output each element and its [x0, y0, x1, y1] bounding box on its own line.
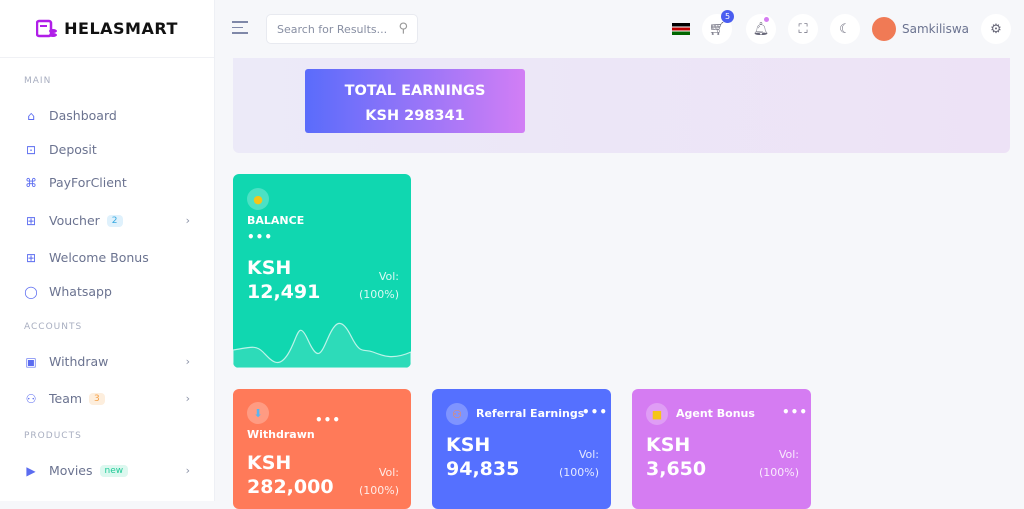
card-vol: Vol: (100%)	[358, 466, 399, 497]
card-vol: Vol: (100%)	[758, 448, 799, 479]
sidebar-item-deposit[interactable]: ⊡ Deposit	[24, 142, 194, 157]
logo[interactable]: HELASMART	[0, 0, 214, 58]
username[interactable]: Samkiliswa	[902, 22, 969, 36]
command-icon: ⌘	[25, 175, 37, 190]
search-icon[interactable]: ⚲	[398, 21, 408, 36]
bell-icon: 🔔︎	[752, 21, 770, 37]
card-amount: 12,491	[247, 281, 321, 303]
whatsapp-icon: ◯	[24, 284, 38, 299]
earnings-banner: TOTAL EARNINGS KSH 298341	[233, 58, 1010, 153]
total-earnings-value: KSH 298341	[365, 108, 465, 124]
section-products: PRODUCTS	[24, 431, 82, 441]
card-amount: 3,650	[646, 458, 707, 480]
gift-icon: ⊞	[25, 250, 37, 265]
sidebar-item-dashboard[interactable]: ⌂ Dashboard	[24, 108, 194, 123]
card-label: BALANCE	[247, 214, 305, 227]
movies-badge: new	[99, 464, 129, 477]
sidebar-item-label: Withdraw	[49, 354, 109, 369]
sidebar-item-label: Welcome Bonus	[49, 250, 149, 265]
chevron-right-icon: ›	[185, 464, 190, 477]
more-options-icon[interactable]: •••	[782, 405, 808, 419]
user-plus-icon: ⚇	[25, 391, 37, 406]
card-currency: KSH	[446, 434, 491, 456]
sidebar-item-team[interactable]: ⚇ Team 3 ›	[24, 391, 194, 406]
coins-icon: ●	[247, 188, 269, 210]
notifications-button[interactable]: 🔔︎	[746, 14, 776, 44]
logo-icon	[36, 19, 58, 37]
fullscreen-button[interactable]: ⛶	[788, 14, 818, 44]
sidebar: HELASMART MAIN ⌂ Dashboard ⊡ Deposit ⌘ PayF…	[0, 0, 215, 501]
sidebar-item-label: Deposit	[49, 142, 97, 157]
gift-icon: ⊞	[25, 213, 37, 228]
agent-bonus-card: ■ Agent Bonus ••• KSH 3,650 Vol: (100%)	[632, 389, 811, 509]
card-amount: 282,000	[247, 476, 334, 498]
avatar[interactable]	[872, 17, 896, 41]
search-placeholder: Search for Results...	[277, 23, 388, 36]
chevron-right-icon: ›	[185, 355, 190, 368]
card-currency: KSH	[247, 257, 292, 279]
brand-name: HELASMART	[64, 19, 178, 38]
total-earnings-title: TOTAL EARNINGS	[344, 83, 486, 99]
gift-icon: ■	[646, 403, 668, 425]
sidebar-item-welcome-bonus[interactable]: ⊞ Welcome Bonus	[24, 250, 194, 265]
home-icon: ⌂	[27, 108, 35, 123]
card-vol: Vol: (100%)	[558, 448, 599, 479]
download-icon: ⬇	[247, 402, 269, 424]
chevron-right-icon: ›	[185, 392, 190, 405]
search-input[interactable]: Search for Results... ⚲	[266, 14, 418, 44]
gear-icon: ⚙	[990, 21, 1002, 37]
withdrawn-card: ⬇ ••• Withdrawn KSH 282,000 Vol: (100%)	[233, 389, 411, 509]
menu-toggle-icon[interactable]	[232, 21, 248, 38]
more-options-icon[interactable]: •••	[315, 413, 341, 427]
settings-button[interactable]: ⚙	[981, 14, 1011, 44]
card-label: Referral Earnings	[476, 407, 585, 420]
card-currency: KSH	[646, 434, 691, 456]
card-currency: KSH	[247, 452, 292, 474]
chevron-right-icon: ›	[185, 214, 190, 227]
card-label: Agent Bonus	[676, 407, 755, 420]
cart-count: 5	[721, 10, 734, 23]
theme-toggle-button[interactable]: ☾	[830, 14, 860, 44]
sidebar-item-label: Voucher	[49, 213, 100, 228]
users-icon: ⚇	[446, 403, 468, 425]
cart-button[interactable]: 🛒︎ 5	[702, 10, 734, 44]
more-options-icon[interactable]: •••	[247, 230, 273, 244]
more-options-icon[interactable]: •••	[582, 405, 608, 419]
sidebar-item-withdraw[interactable]: ▣ Withdraw ›	[24, 354, 194, 369]
withdraw-icon: ▣	[25, 354, 37, 369]
team-badge: 3	[89, 392, 105, 405]
card-label: Withdrawn	[247, 428, 315, 441]
fullscreen-icon: ⛶	[798, 21, 808, 37]
section-main: MAIN	[24, 76, 52, 86]
total-earnings-box: TOTAL EARNINGS KSH 298341	[305, 69, 525, 133]
moon-cloud-icon: ☾	[839, 21, 851, 37]
video-icon: ▶	[26, 463, 36, 478]
sidebar-item-payforclient[interactable]: ⌘ PayForClient	[24, 175, 194, 190]
kenya-flag-icon[interactable]	[672, 23, 690, 35]
sidebar-item-whatsapp[interactable]: ◯ Whatsapp	[24, 284, 194, 299]
cart-icon: 🛒︎	[708, 21, 726, 37]
sidebar-item-label: Team	[49, 391, 83, 406]
section-accounts: ACCOUNTS	[24, 322, 83, 332]
balance-card: ● BALANCE ••• KSH 12,491 Vol: (100%)	[233, 174, 411, 368]
sidebar-item-movies[interactable]: ▶ Movies new ›	[24, 463, 194, 478]
sidebar-item-label: PayForClient	[49, 175, 127, 190]
voucher-badge: 2	[106, 214, 123, 227]
card-vol: Vol: (100%)	[358, 270, 399, 301]
sidebar-item-voucher[interactable]: ⊞ Voucher 2 ›	[24, 213, 194, 228]
sidebar-item-label: Whatsapp	[49, 284, 112, 299]
referral-earnings-card: ⚇ Referral Earnings ••• KSH 94,835 Vol:(…	[432, 389, 611, 509]
balance-sparkline	[233, 322, 411, 368]
deposit-icon: ⊡	[25, 142, 37, 157]
header: Search for Results... ⚲ 🛒︎ 5 🔔︎ ⛶ ☾ Samkil…	[216, 0, 1024, 58]
sidebar-item-label: Dashboard	[49, 108, 117, 123]
sidebar-item-label: Movies	[49, 463, 93, 478]
card-amount: 94,835	[446, 458, 520, 480]
